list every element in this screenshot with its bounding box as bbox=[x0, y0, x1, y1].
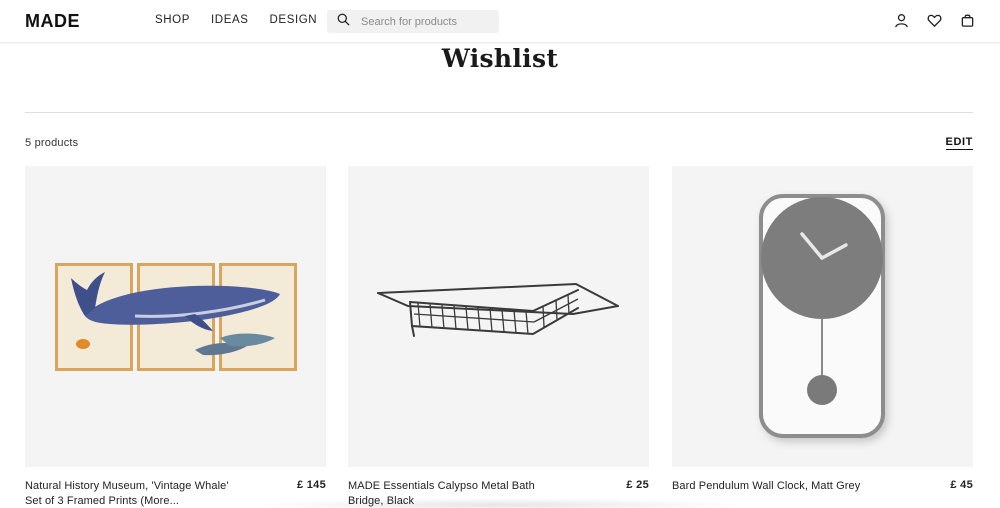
title-divider bbox=[25, 112, 973, 113]
product-price: £ 25 bbox=[626, 479, 649, 491]
search-icon[interactable] bbox=[337, 13, 350, 31]
product-name[interactable]: Bard Pendulum Wall Clock, Matt Grey bbox=[672, 479, 882, 494]
header-icons bbox=[894, 13, 975, 28]
wishlist-heart-icon[interactable] bbox=[927, 13, 942, 28]
product-name[interactable]: Natural History Museum, 'Vintage Whale' … bbox=[25, 479, 235, 508]
product-card: Bard Pendulum Wall Clock, Matt Grey £ 45 bbox=[672, 166, 973, 492]
made-logo[interactable]: MADE bbox=[25, 11, 80, 32]
account-icon[interactable] bbox=[894, 13, 909, 28]
product-card: MADE Essentials Calypso Metal Bath Bridg… bbox=[348, 166, 649, 507]
main-nav: SHOP IDEAS DESIGN bbox=[155, 14, 317, 26]
site-header: MADE SHOP IDEAS DESIGN bbox=[0, 0, 1000, 43]
nav-design[interactable]: DESIGN bbox=[270, 14, 318, 26]
product-image-whale-prints[interactable] bbox=[25, 166, 326, 467]
product-image-pendulum-clock[interactable] bbox=[672, 166, 973, 467]
product-price: £ 145 bbox=[296, 479, 326, 491]
edit-button[interactable]: EDIT bbox=[945, 136, 973, 150]
basket-icon[interactable] bbox=[960, 13, 975, 28]
nav-ideas[interactable]: IDEAS bbox=[211, 14, 249, 26]
product-image-bath-bridge[interactable] bbox=[348, 166, 649, 467]
page-title: Wishlist bbox=[441, 44, 559, 73]
product-count: 5 products bbox=[25, 137, 79, 149]
product-price: £ 45 bbox=[950, 479, 973, 491]
search-input[interactable] bbox=[361, 15, 491, 28]
product-card: Natural History Museum, 'Vintage Whale' … bbox=[25, 166, 326, 507]
nav-shop[interactable]: SHOP bbox=[155, 14, 190, 26]
search-box[interactable] bbox=[327, 10, 499, 33]
bottom-shadow bbox=[250, 498, 750, 508]
